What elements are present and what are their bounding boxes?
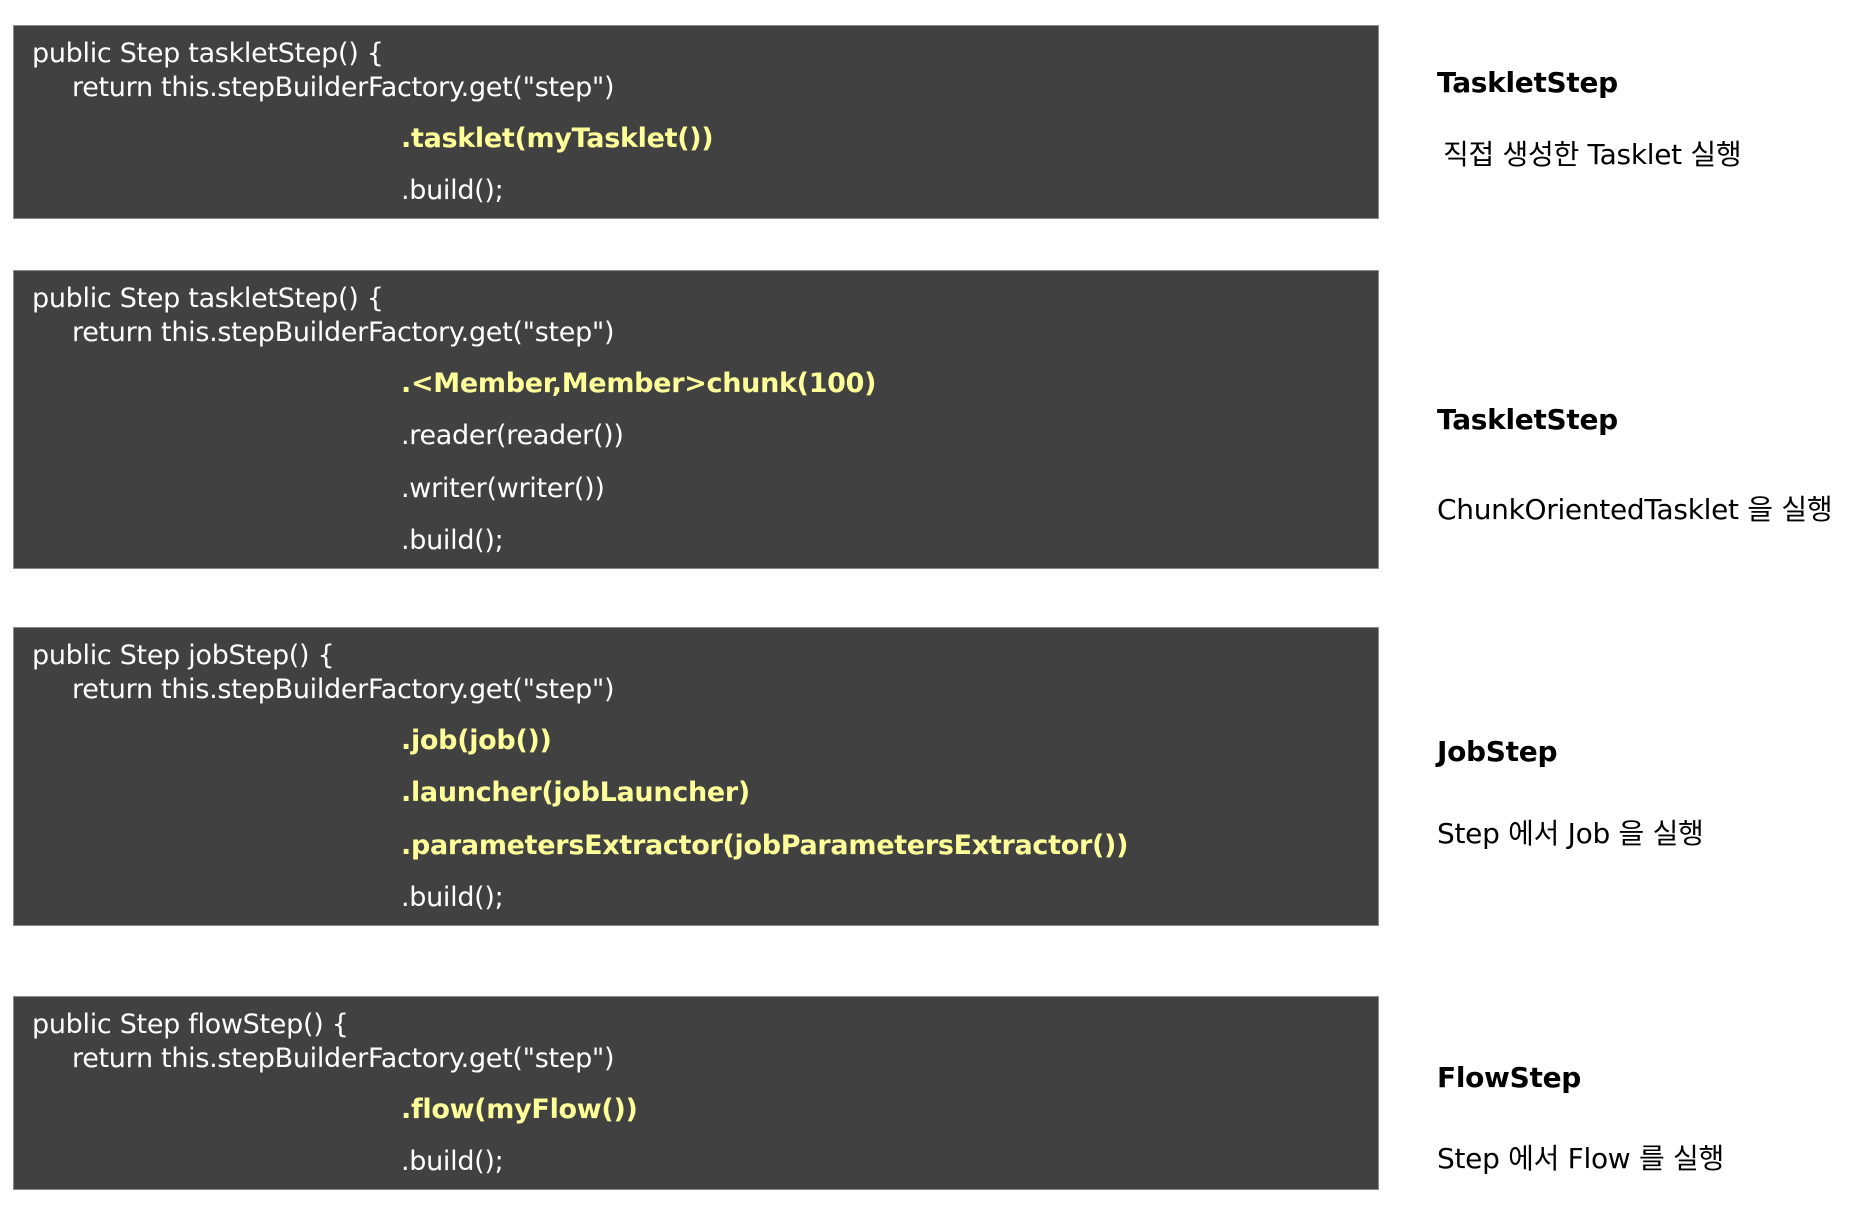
code-return-line: return this.stepBuilderFactory.get("step…: [72, 317, 615, 348]
code-chain-flow: .flow(myFlow()): [401, 1094, 638, 1125]
code-chain-chunk: .<Member,Member>chunk(100): [401, 368, 877, 399]
code-block-flow: public Step flowStep() { return this.ste…: [13, 996, 1379, 1190]
code-return-line: return this.stepBuilderFactory.get("step…: [72, 674, 615, 705]
code-signature: public Step taskletStep() {: [32, 283, 384, 314]
code-chain-tasklet: .tasklet(myTasklet()): [401, 123, 714, 154]
code-signature: public Step flowStep() {: [32, 1009, 349, 1040]
code-signature: public Step jobStep() {: [32, 640, 335, 671]
code-signature: public Step taskletStep() {: [32, 38, 384, 69]
step-type-description: 직접 생성한 Tasklet 실행: [1443, 138, 1742, 171]
code-chain-writer: .writer(writer()): [401, 473, 605, 504]
step-type-description: Step 에서 Flow 를 실행: [1437, 1142, 1724, 1175]
code-chain-build: .build();: [401, 525, 504, 556]
step-type-description: Step 에서 Job 을 실행: [1437, 817, 1704, 850]
code-chain-launcher: .launcher(jobLauncher): [401, 777, 750, 808]
code-return-line: return this.stepBuilderFactory.get("step…: [72, 72, 615, 103]
code-chain-build: .build();: [401, 882, 504, 913]
code-block-chunk: public Step taskletStep() { return this.…: [13, 270, 1379, 569]
code-chain-build: .build();: [401, 1146, 504, 1177]
step-type-title: JobStep: [1437, 735, 1558, 768]
code-chain-reader: .reader(reader()): [401, 420, 624, 451]
code-chain-build: .build();: [401, 175, 504, 206]
code-block-job: public Step jobStep() { return this.step…: [13, 627, 1379, 926]
code-block-tasklet: public Step taskletStep() { return this.…: [13, 25, 1379, 219]
step-type-title: FlowStep: [1437, 1061, 1582, 1094]
step-type-description: ChunkOrientedTasklet 을 실행: [1437, 493, 1833, 526]
code-chain-job: .job(job()): [401, 725, 552, 756]
code-chain-parameters-extractor: .parametersExtractor(jobParametersExtrac…: [401, 830, 1129, 861]
step-type-title: TaskletStep: [1437, 403, 1618, 436]
step-type-title: TaskletStep: [1437, 66, 1618, 99]
code-return-line: return this.stepBuilderFactory.get("step…: [72, 1043, 615, 1074]
